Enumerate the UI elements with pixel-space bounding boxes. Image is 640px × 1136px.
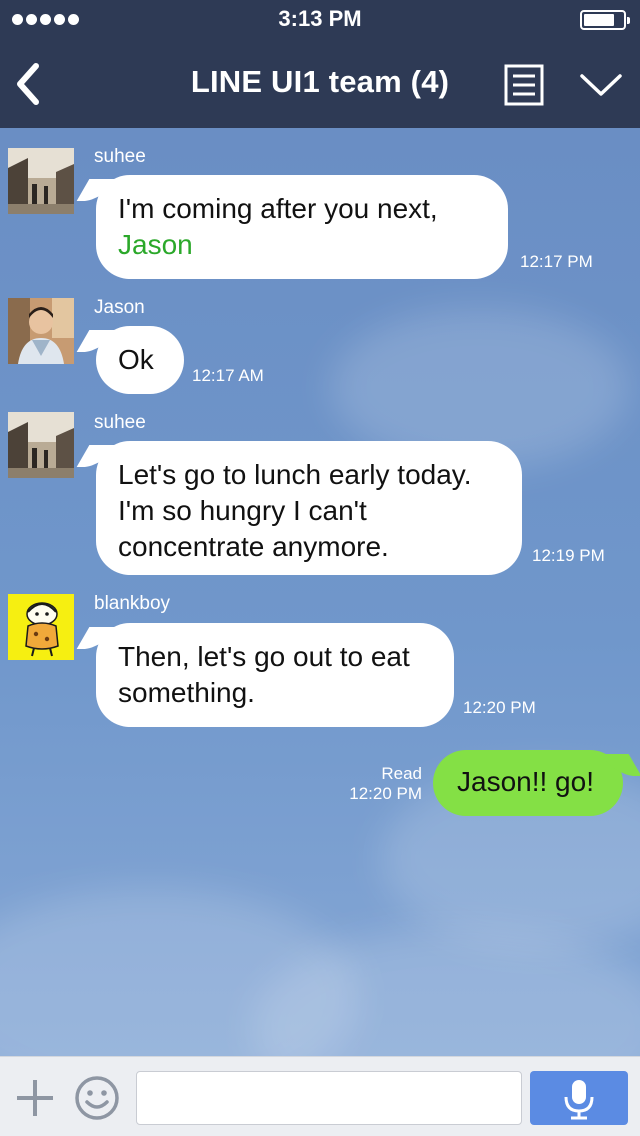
message-text: something. <box>118 677 255 708</box>
add-attachment-button[interactable] <box>14 1077 56 1119</box>
battery-icon <box>580 10 630 30</box>
street-photo-avatar <box>8 412 74 478</box>
notes-button[interactable] <box>504 64 544 106</box>
nav-bar: LINE UI1 team (4) <box>0 40 640 128</box>
microphone-icon <box>564 1080 594 1120</box>
message-text: Then, let's go out to eat <box>118 641 410 672</box>
message-time: 12:20 PM <box>463 698 536 717</box>
message-bubble[interactable]: I'm coming after you next, Jason <box>96 175 508 279</box>
message-time: 12:20 PM <box>349 784 422 803</box>
message-bubble[interactable]: Let's go to lunch early today. I'm so hu… <box>96 441 522 575</box>
sender-name: suhee <box>94 146 146 167</box>
avatar[interactable] <box>8 594 74 660</box>
emoji-button[interactable] <box>74 1075 120 1121</box>
message-input[interactable] <box>136 1071 522 1125</box>
notes-icon <box>504 64 544 106</box>
chat-menu-button[interactable] <box>578 70 624 100</box>
message-text: Let's go to lunch early today. <box>118 459 472 490</box>
sender-name: blankboy <box>94 593 171 614</box>
message-bubble[interactable]: Ok <box>96 326 184 394</box>
message-text: Jason!! go! <box>457 766 594 797</box>
cartoon-character-avatar <box>8 594 74 660</box>
chat-header: 3:13 PM LINE UI1 team (4) <box>0 0 640 128</box>
chevron-down-icon <box>580 74 622 96</box>
outgoing-message-bubble[interactable]: Jason!! go! <box>433 750 623 816</box>
chat-area[interactable]: suhee I'm coming after you next, Jason 1… <box>0 128 640 1056</box>
status-time: 3:13 PM <box>278 6 362 31</box>
avatar[interactable] <box>8 148 74 214</box>
message-time: 12:17 AM <box>192 366 264 385</box>
chat-title: LINE UI1 team (4) <box>190 64 450 99</box>
plus-icon <box>17 1080 53 1116</box>
message-text: Ok <box>118 344 154 375</box>
read-label: Read <box>381 764 422 783</box>
read-receipt: Read 12:20 PM <box>330 764 422 804</box>
sender-name: Jason <box>94 297 145 318</box>
message-text: I'm coming after you next, <box>118 193 438 224</box>
avatar[interactable] <box>8 412 74 478</box>
message-text: I'm so hungry I can't <box>118 495 367 526</box>
message-bubble[interactable]: Then, let's go out to eat something. <box>96 623 454 727</box>
status-bar: 3:13 PM <box>0 0 640 40</box>
street-photo-avatar <box>8 148 74 214</box>
mention-link[interactable]: Jason <box>118 229 193 260</box>
man-portrait-avatar <box>8 298 74 364</box>
sender-name: suhee <box>94 412 146 433</box>
message-time: 12:19 PM <box>532 546 605 565</box>
message-text: concentrate anymore. <box>118 531 389 562</box>
avatar[interactable] <box>8 298 74 364</box>
voice-message-button[interactable] <box>530 1071 628 1125</box>
message-time: 12:17 PM <box>520 252 593 271</box>
input-bar <box>0 1056 640 1136</box>
emoji-icon <box>75 1076 119 1120</box>
